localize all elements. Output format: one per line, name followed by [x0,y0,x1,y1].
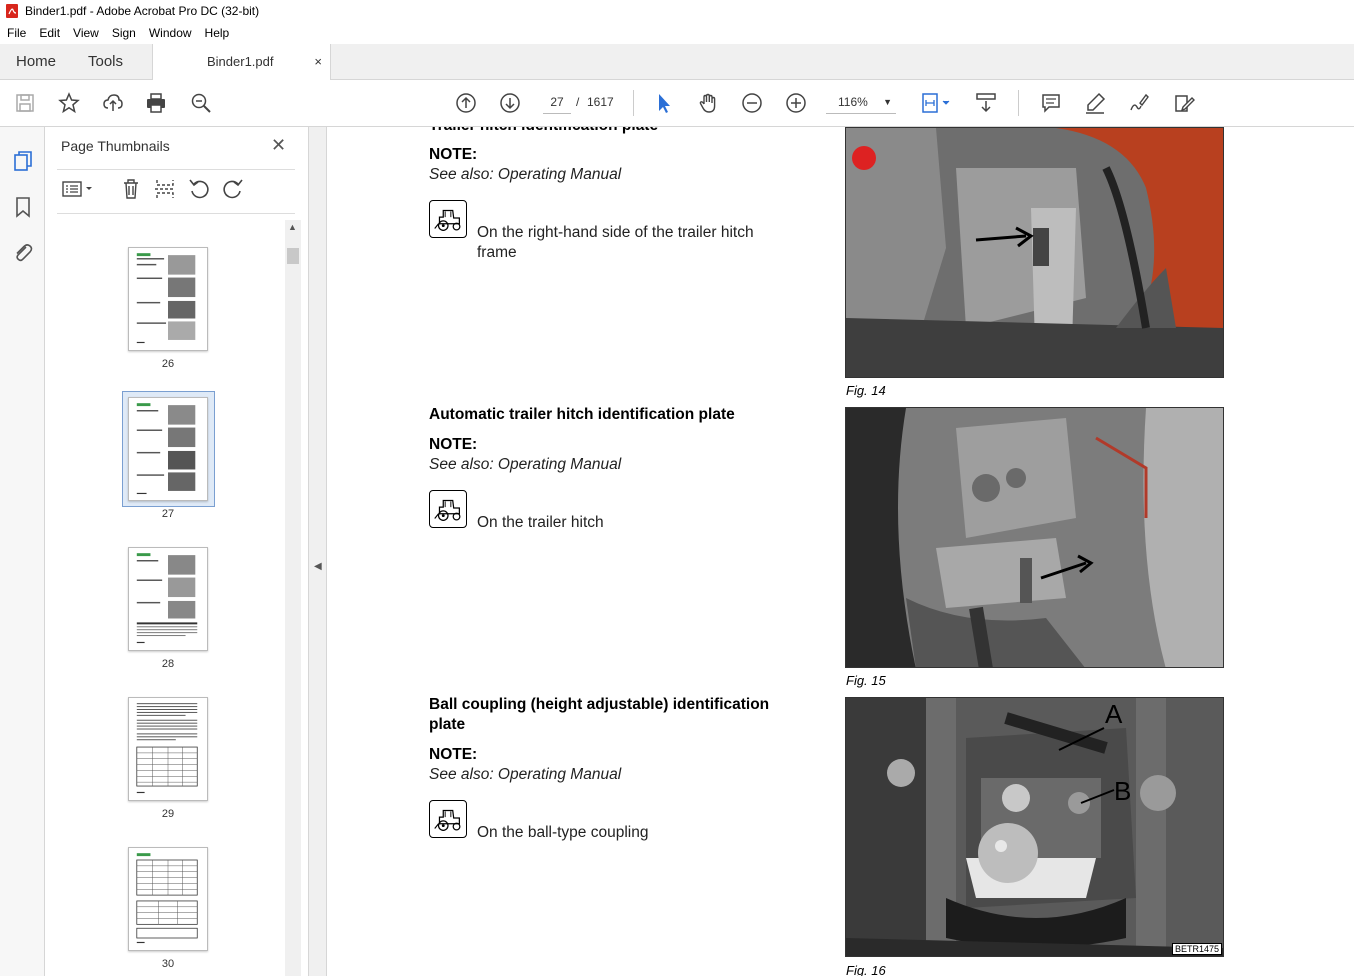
rotate-left-icon[interactable] [187,177,211,201]
figure-photo-trailer-hitch [845,127,1224,378]
panel-divider [57,169,295,170]
highlight-icon[interactable] [1083,91,1107,115]
section-heading: Automatic trailer hitch identification p… [429,406,735,423]
page-thumbnail-30[interactable] [128,847,208,951]
page-thumbnails-icon[interactable] [11,149,35,173]
collapse-arrow-icon[interactable]: ◀ [314,561,322,572]
window-title: Binder1.pdf - Adobe Acrobat Pro DC (32-b… [25,4,260,18]
tab-close-icon[interactable]: × [314,44,322,80]
menu-window[interactable]: Window [142,26,198,40]
acrobat-pdf-icon [6,4,18,18]
window-titlebar: Binder1.pdf - Adobe Acrobat Pro DC (32-b… [0,0,1354,22]
rotate-right-icon[interactable] [221,177,245,201]
left-rail [0,127,45,976]
figure-caption: Fig. 16 [846,963,886,976]
thumbnails-panel: Page Thumbnails ✕ ▲ 26 27 28 29 30 [45,127,309,976]
photo-label-a: A [1105,699,1123,729]
tractor-icon [429,800,467,838]
zoom-select[interactable]: 116% ▼ [826,90,896,114]
figure-caption: Fig. 14 [846,383,886,398]
search-zoom-icon[interactable] [189,91,213,115]
edit-pdf-icon[interactable] [1172,91,1196,115]
panel-collapse-handle[interactable]: ◀ [309,127,327,976]
menu-sign[interactable]: Sign [105,26,142,40]
body-text: On the trailer hitch [477,514,604,531]
see-also-text: See also: Operating Manual [429,166,622,183]
body-text: On the ball-type coupling [477,824,649,841]
main-toolbar [0,80,1354,127]
tractor-icon [429,490,467,528]
panel-title: Page Thumbnails [61,138,170,154]
page-thumbnail-27[interactable] [128,397,208,501]
menu-help[interactable]: Help [198,26,236,40]
scroll-mode-icon[interactable] [974,91,998,115]
comment-icon[interactable] [1039,91,1063,115]
thumbnail-label: 26 [161,358,175,370]
upload-icon[interactable] [101,91,125,115]
fit-page-icon[interactable] [920,91,954,115]
scroll-up-arrow-icon[interactable]: ▲ [288,222,297,232]
thumbnail-scrollbar[interactable]: ▲ [285,220,301,976]
delete-page-icon[interactable] [119,177,143,201]
page-separator: / [576,95,580,109]
section-heading: Trailer hitch identification plate [429,127,658,135]
thumbnail-label: 27 [161,508,175,520]
attachments-icon[interactable] [11,241,35,265]
hand-icon[interactable] [696,91,720,115]
page-number-input[interactable] [543,90,571,114]
next-page-icon[interactable] [498,91,522,115]
panel-divider [57,213,295,214]
page-total: 1617 [587,95,614,109]
save-icon[interactable] [13,91,37,115]
tractor-icon [429,200,467,238]
tab-tools[interactable]: Tools [88,44,123,80]
print-icon[interactable] [144,91,168,115]
bookmark-star-icon[interactable] [57,91,81,115]
page-thumbnail-26[interactable] [128,247,208,351]
figure-photo-ball-coupling: A B BETR1475 [845,697,1224,957]
photo-code: BETR1475 [1171,943,1222,955]
photo-label-b: B [1114,776,1132,806]
tab-home[interactable]: Home [16,44,56,80]
section-heading: plate [429,716,466,733]
body-text: On the right-hand side of the trailer hi… [477,224,754,241]
body-text: frame [477,244,517,261]
scroll-thumb[interactable] [287,248,299,264]
section-heading: Ball coupling (height adjustable) identi… [429,696,770,713]
figure-photo-automatic-hitch [845,407,1224,668]
page-thumbnail-28[interactable] [128,547,208,651]
thumbnail-toolbar [59,177,299,203]
note-label: NOTE: [429,146,478,163]
thumbnail-label: 30 [161,958,175,970]
zoom-in-icon[interactable] [784,91,808,115]
document-view[interactable]: Trailer hitch identification plate NOTE:… [327,127,1354,976]
note-label: NOTE: [429,746,478,763]
menu-view[interactable]: View [66,26,105,40]
see-also-text: See also: Operating Manual [429,766,622,783]
chevron-down-icon: ▼ [883,97,892,107]
page-thumbnail-29[interactable] [128,697,208,801]
menu-file[interactable]: File [0,26,32,40]
see-also-text: See also: Operating Manual [429,456,622,473]
toolbar-divider [633,90,634,116]
tab-document[interactable]: Binder1.pdf × [152,44,331,81]
toolbar-divider [1018,90,1019,116]
select-cursor-icon[interactable] [652,91,676,115]
menu-bar: File Edit View Sign Window Help [0,22,1354,44]
zoom-value: 116% [838,95,868,109]
thumbnail-label: 28 [161,658,175,670]
bookmarks-icon[interactable] [11,195,35,219]
note-label: NOTE: [429,436,478,453]
sign-icon[interactable] [1127,91,1151,115]
thumbnail-label: 29 [161,808,175,820]
extract-page-icon[interactable] [153,177,177,201]
menu-edit[interactable]: Edit [32,26,66,40]
tab-bar: Home Tools Binder1.pdf × [0,44,1354,81]
zoom-out-icon[interactable] [740,91,764,115]
prev-page-icon[interactable] [454,91,478,115]
figure-caption: Fig. 15 [846,673,886,688]
tab-document-label: Binder1.pdf [207,54,274,69]
options-menu-icon[interactable] [61,177,95,201]
close-icon[interactable]: ✕ [271,135,286,156]
